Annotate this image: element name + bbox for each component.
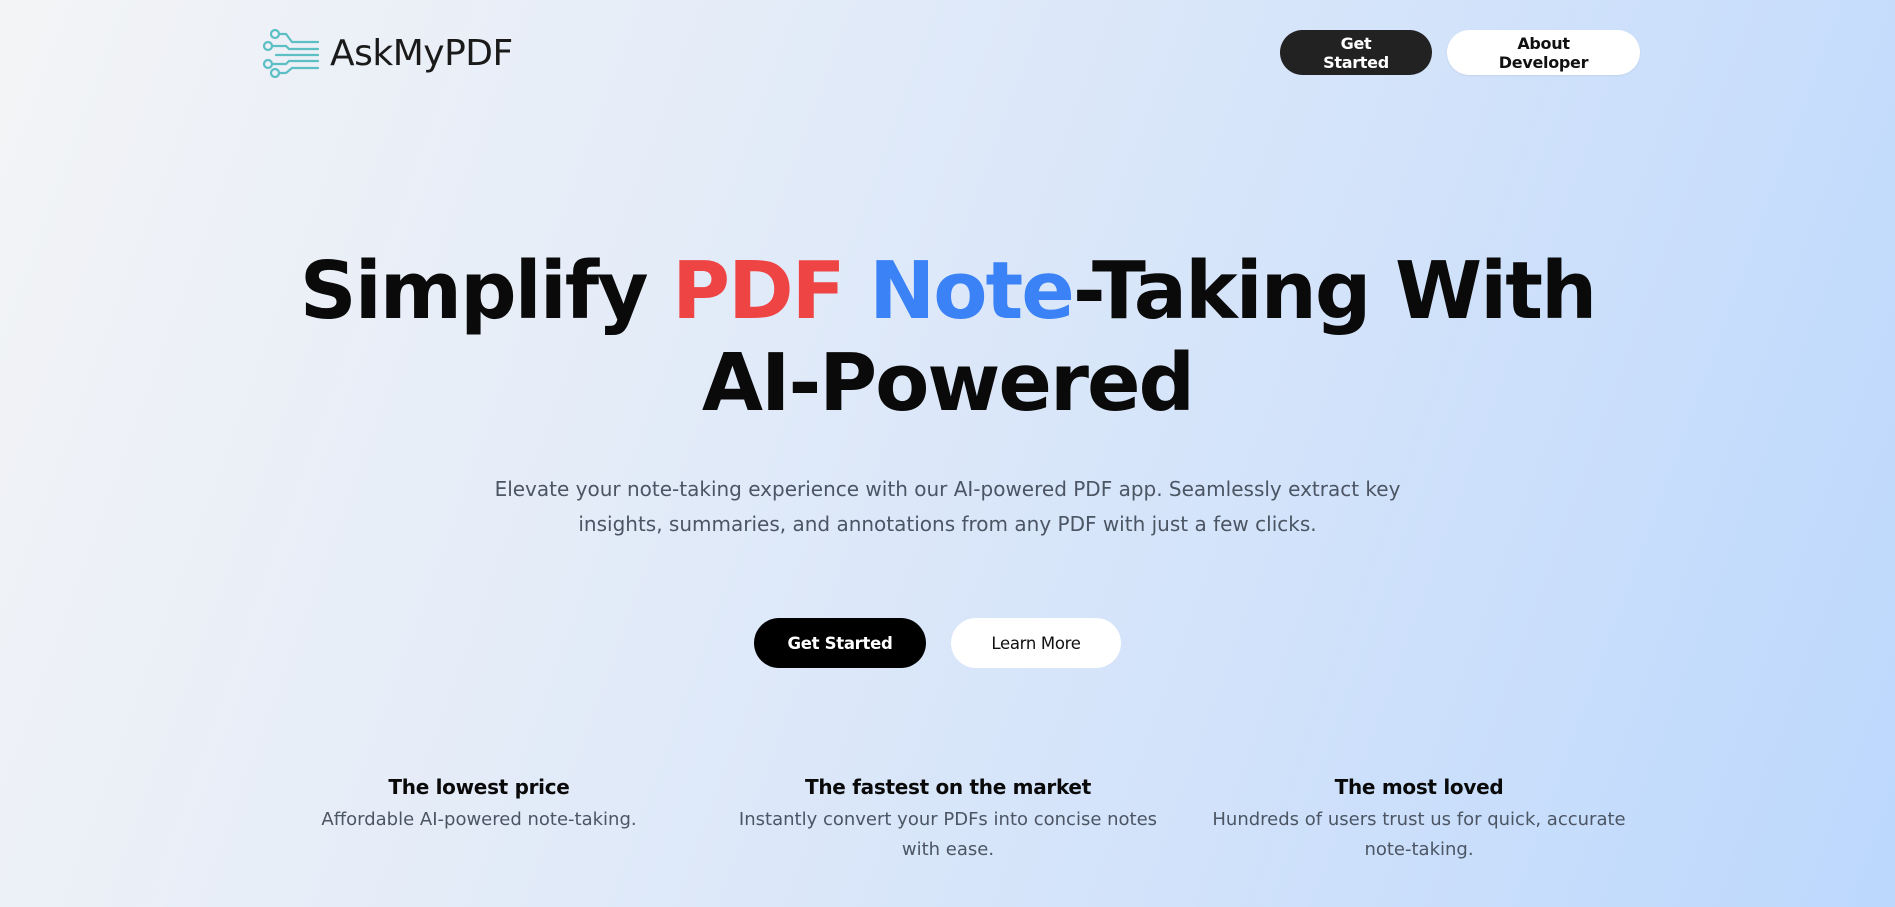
- headline-line-1: Simplify PDF Note-Taking With: [299, 245, 1597, 337]
- header-actions: Get Started About Developer: [1280, 30, 1640, 75]
- hero-get-started-button[interactable]: Get Started: [754, 618, 926, 668]
- brand-name: AskMyPDF: [330, 32, 513, 74]
- headline-word-note: Note: [869, 245, 1075, 337]
- headline-word-pdf: PDF: [672, 245, 845, 337]
- learn-more-button[interactable]: Learn More: [951, 618, 1121, 668]
- feature-desc-line-1: Hundreds of users trust us for quick, ac…: [1212, 809, 1626, 830]
- feature-most-loved: The most loved Hundreds of users trust u…: [1209, 773, 1629, 865]
- headline-line-2: AI-Powered: [701, 337, 1195, 429]
- subtext-line-1: Elevate your note-taking experience with…: [494, 477, 1401, 501]
- hero-cta-row: Get Started Learn More: [0, 618, 1895, 668]
- about-developer-button[interactable]: About Developer: [1447, 30, 1640, 75]
- headline-part-simplify: Simplify: [299, 245, 673, 337]
- feature-description: Affordable AI-powered note-taking.: [299, 805, 659, 835]
- headline-space: [844, 245, 870, 337]
- brand[interactable]: AskMyPDF: [262, 28, 513, 78]
- site-header: AskMyPDF Get Started About Developer: [0, 0, 1895, 106]
- header-get-started-button[interactable]: Get Started: [1280, 30, 1432, 75]
- feature-title: The fastest on the market: [805, 775, 1091, 799]
- feature-title: The lowest price: [388, 775, 570, 799]
- subtext-line-2: insights, summaries, and annotations fro…: [578, 512, 1317, 536]
- circuit-lines-icon: [262, 28, 320, 78]
- hero-section: Simplify PDF Note-Taking With AI-Powered: [0, 245, 1895, 429]
- feature-fastest: The fastest on the market Instantly conv…: [738, 773, 1158, 865]
- feature-desc-line-1: Affordable AI-powered note-taking.: [321, 809, 637, 830]
- headline-part-taking-with: -Taking With: [1072, 245, 1597, 337]
- feature-desc-line-1: Instantly convert your PDFs into concise…: [738, 809, 1158, 830]
- feature-description: Hundreds of users trust us for quick, ac…: [1209, 805, 1629, 865]
- feature-title: The most loved: [1334, 775, 1504, 799]
- feature-desc-line-2: with ease.: [901, 839, 995, 860]
- feature-desc-line-2: note-taking.: [1364, 839, 1474, 860]
- hero-headline: Simplify PDF Note-Taking With AI-Powered: [0, 245, 1895, 429]
- feature-lowest-price: The lowest price Affordable AI-powered n…: [299, 773, 659, 835]
- hero-subtext: Elevate your note-taking experience with…: [0, 472, 1895, 542]
- feature-description: Instantly convert your PDFs into concise…: [738, 805, 1158, 865]
